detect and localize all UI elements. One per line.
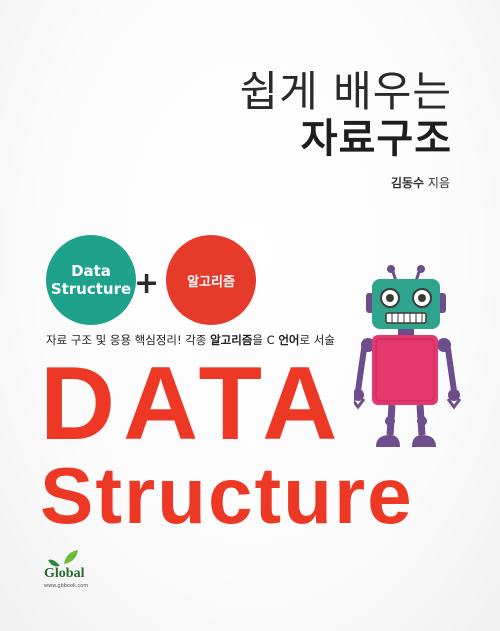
headline-structure: Structure — [40, 451, 414, 540]
book-cover: 쉽게 배우는 자료구조 김동수 지음 Data Structure + 알고리즘… — [0, 0, 500, 631]
title-line2: 자료구조 — [300, 116, 452, 162]
data-structure-bubble: Data Structure — [46, 235, 136, 325]
subtitle-bold2: 언어 — [278, 333, 300, 347]
subtitle-part3: 로 서술 — [299, 333, 335, 347]
subtitle-part1: 자료 구조 및 응용 핵심정리! 각종 — [46, 333, 211, 347]
bubble-green-line2: Structure — [50, 280, 132, 298]
bubble-red-label: 알고리즘 — [187, 274, 235, 290]
author-name: 김동수 — [390, 176, 425, 190]
subtitle-part2: 을 C — [252, 333, 279, 347]
algorithm-bubble: 알고리즘 — [166, 235, 256, 325]
publisher-url: www.gbbook.com — [44, 583, 89, 589]
headline-data: DATA — [40, 346, 346, 462]
bubble-green-line1: Data — [71, 262, 111, 280]
robot-illustration — [354, 265, 462, 447]
author-credit: 김동수 지음 — [391, 174, 450, 191]
publisher-name: Global — [44, 566, 85, 581]
subtitle-bold1: 알고리즘 — [210, 333, 253, 347]
plus-sign: + — [134, 266, 160, 301]
author-role: 지음 — [427, 176, 450, 190]
